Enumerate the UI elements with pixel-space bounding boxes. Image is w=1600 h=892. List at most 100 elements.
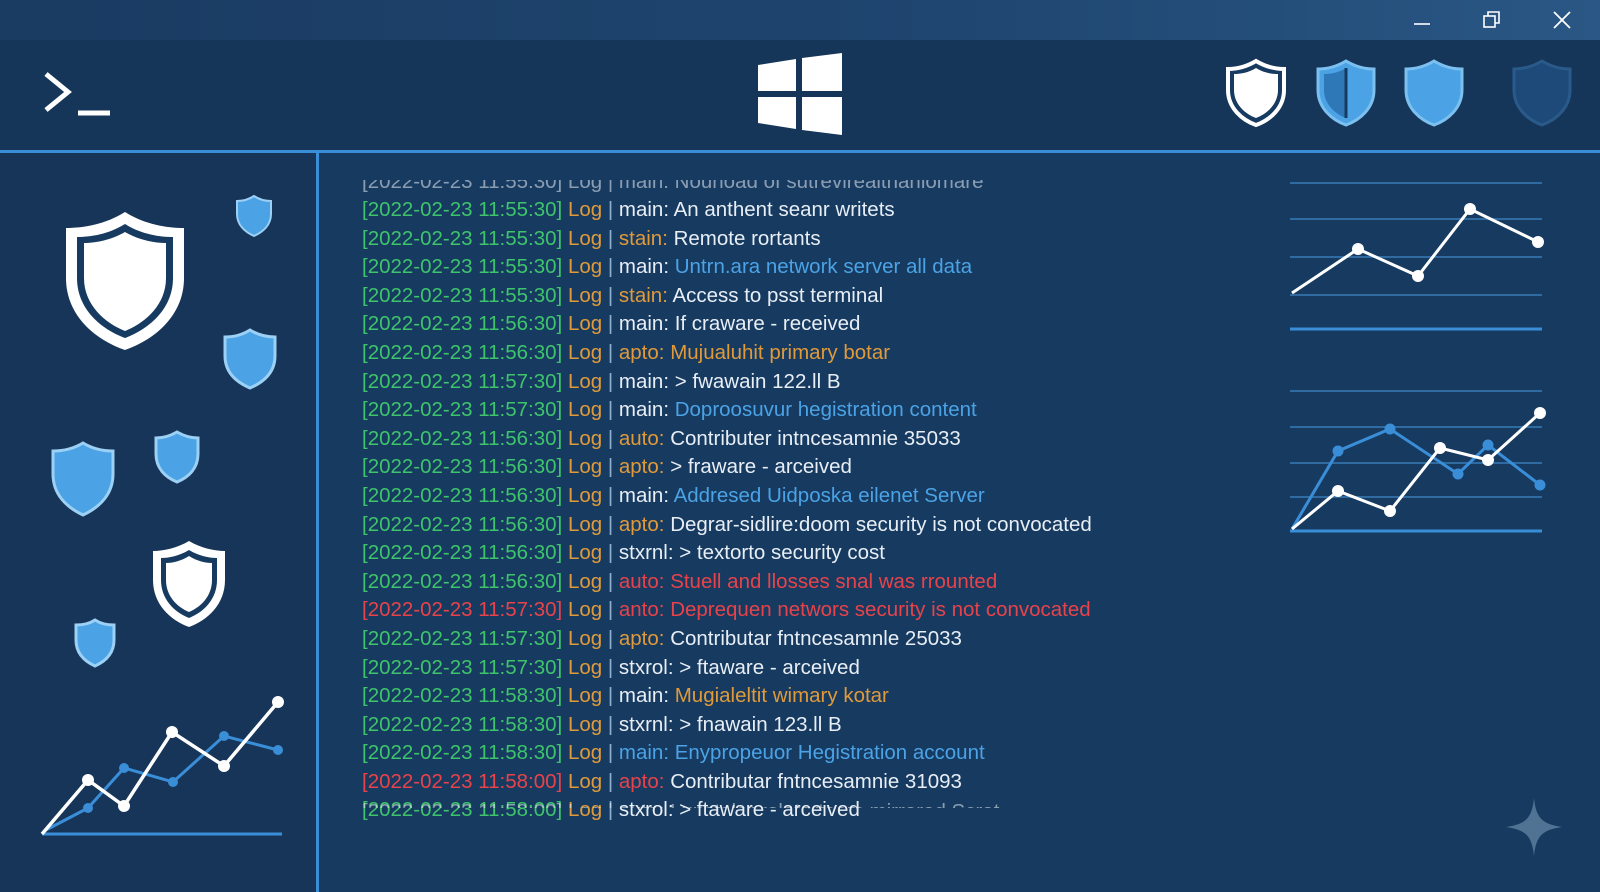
right-chart-panel [1290, 153, 1600, 892]
trend-point [1532, 236, 1544, 248]
log-source: apto [618, 512, 659, 536]
log-row: [2022-02-23 11:56:30] Log | auto: Stuell… [362, 568, 1092, 597]
log-row: [2022-02-23 11:58:30] Log | stxrnl: > fn… [362, 711, 1092, 740]
log-colon: : [658, 426, 671, 450]
log-row: [2022-02-23 11:56:30] Log | main: Addres… [362, 482, 1092, 511]
log-colon: : [663, 684, 675, 708]
log-output[interactable]: [2022-02-23 11:55:30] Log | main: Nounoa… [362, 168, 1282, 836]
log-row: [2022-02-23 11:58:30] Log | main: Enypro… [362, 739, 1092, 768]
log-timestamp: [2022-02-23 11:56:30] [362, 483, 563, 507]
log-separator: | [602, 626, 619, 650]
log-source: main [618, 369, 664, 393]
log-source: main [618, 741, 664, 765]
trend-point [1534, 479, 1546, 491]
log-message: Addresed Uidposka eilenet Server [673, 483, 985, 507]
log-colon: : [662, 283, 673, 307]
log-timestamp: [2022-02-23 11:55:30] [362, 198, 563, 221]
log-label: Log [567, 712, 603, 736]
log-row: [2022-02-23 11:56:30] Log | stxrnl: > te… [362, 539, 1092, 568]
shield-white-icon [153, 541, 225, 627]
log-timestamp: [2022-02-23 11:56:30] [362, 426, 563, 450]
restore-icon [1483, 11, 1500, 28]
log-label: Log [567, 598, 603, 622]
log-message: Untrn.ara network server all data [674, 255, 973, 279]
log-row: [2022-02-23 11:58:30] Log | main: Mugial… [362, 682, 1092, 711]
shield-status-blue[interactable] [1402, 58, 1466, 133]
log-separator: | [602, 455, 619, 479]
log-row: [2022-02-23 11:57:30] Log | apto: Contri… [362, 625, 1092, 654]
log-separator: | [602, 369, 619, 393]
log-timestamp: [2022-02-23 11:57:30] [362, 626, 563, 650]
close-icon [1553, 11, 1571, 29]
log-message: If craware - received [674, 312, 861, 336]
trend-point [118, 800, 130, 812]
log-message: Degrar-sidlire:doom security is not conv… [670, 512, 1092, 536]
log-message: Contributar fntncesamnie 31093 [670, 769, 962, 793]
log-row: [2022-02-23 11:55:30] Log | main: An ant… [362, 196, 1092, 225]
log-message: Contributer intncesamnie 35033 [670, 426, 961, 450]
log-label: Log [567, 626, 603, 650]
shield-status-half[interactable] [1314, 58, 1378, 133]
log-message: Deprequen networs security is not convoc… [670, 598, 1091, 622]
log-timestamp: [2022-02-23 11:56:30] [362, 569, 563, 593]
log-message: Remote rortants [673, 226, 821, 250]
log-timestamp: [2022-02-23 11:58:30] [362, 741, 563, 765]
log-separator: | [602, 655, 619, 679]
log-timestamp: [2022-02-23 11:57:30] [362, 369, 563, 393]
trend-point [1534, 407, 1546, 419]
trend-point [1452, 468, 1464, 480]
trend-point [1332, 485, 1344, 497]
trend-point [1434, 442, 1446, 454]
trend-point [219, 731, 229, 741]
log-colon: : [658, 598, 671, 622]
restore-button[interactable] [1472, 6, 1512, 34]
log-source: anto [618, 598, 659, 622]
log-colon: : [658, 769, 671, 793]
log-separator: | [602, 198, 619, 221]
close-button[interactable] [1542, 6, 1582, 34]
log-message: Stuell and llosses snal was rrounted [670, 569, 998, 593]
log-message: Enypropeuor Hegistration account [674, 741, 985, 765]
trend-point [1412, 270, 1424, 282]
log-source: main [618, 198, 664, 221]
log-label: Log [567, 312, 603, 336]
log-source: main [618, 398, 664, 422]
trend-point [168, 777, 178, 787]
log-source: main [618, 255, 664, 279]
log-message: > ftaware - arceived [679, 655, 860, 679]
trend-point [218, 760, 230, 772]
log-separator: | [602, 312, 619, 336]
log-row: [2022-02-23 11:57:30] Log | main: Doproo… [362, 396, 1092, 425]
log-row: [2022-02-23 11:56:30] Log | auto: Contri… [362, 425, 1092, 454]
log-row: [2022-02-23 11:55:30] Log | stain: Remot… [362, 225, 1092, 254]
activity-chart-bottom [1290, 390, 1546, 533]
shield-blue-icon [154, 430, 200, 484]
log-timestamp: [2022-02-23 11:55:30] [362, 226, 563, 250]
log-source: apto [618, 626, 659, 650]
log-colon: : [663, 483, 674, 507]
log-row: [2022-02-23 11:57:30] Log | main: > fwaw… [362, 368, 1092, 397]
log-source: stxrnl [618, 712, 668, 736]
trend-point [119, 763, 129, 773]
log-separator: | [602, 598, 619, 622]
log-source: apto [618, 769, 659, 793]
log-colon: : [658, 340, 671, 364]
sparkle-icon [1506, 798, 1562, 856]
log-colon: : [658, 569, 671, 593]
log-timestamp: [2022-02-23 11:57:30] [362, 655, 563, 679]
shield-status-white[interactable] [1224, 58, 1288, 133]
log-colon: : [658, 455, 671, 479]
log-message: Access to psst terminal [672, 283, 884, 307]
log-source: stxrol [618, 655, 668, 679]
log-row: [2022-02-23 11:56:30] Log | apto: Mujual… [362, 339, 1092, 368]
trend-point [272, 696, 284, 708]
log-colon: : [663, 255, 675, 279]
log-label: Log [567, 684, 603, 708]
trend-point [83, 803, 93, 813]
log-message: > fraware - arceived [670, 455, 852, 479]
terminal-prompt-icon[interactable] [40, 68, 116, 125]
shield-status-dark[interactable] [1510, 58, 1574, 133]
minimize-button[interactable] [1402, 6, 1442, 34]
log-source: stain [618, 226, 663, 250]
log-row: [2022-02-23 11:56:30] Log | main: If cra… [362, 310, 1092, 339]
